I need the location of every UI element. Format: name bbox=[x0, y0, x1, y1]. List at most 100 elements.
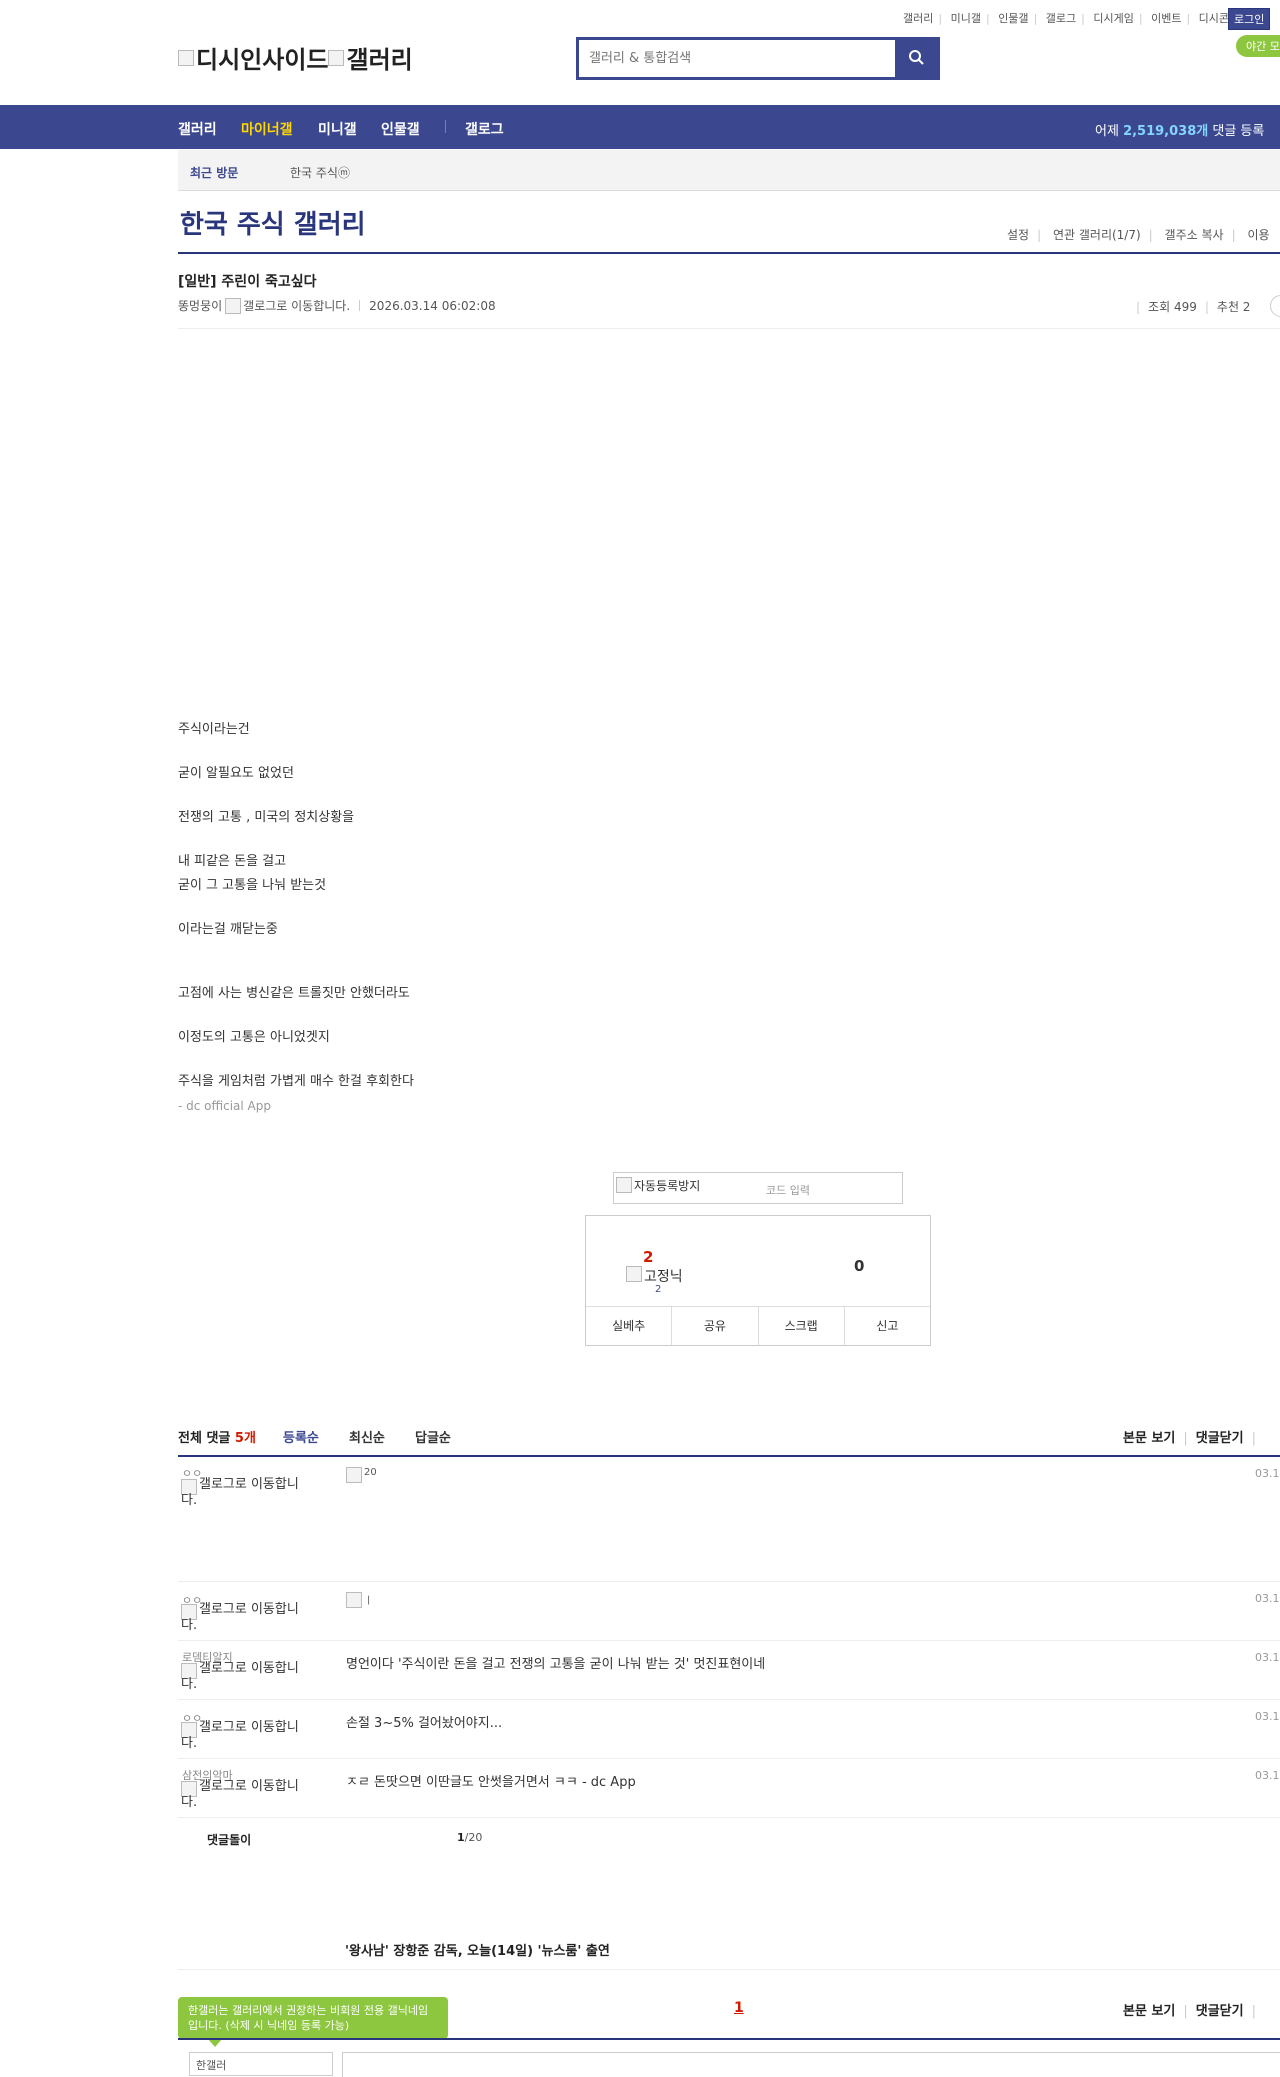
comment-nick-field[interactable]: 한갤러 bbox=[189, 2052, 333, 2076]
night-mode-button[interactable]: 야간 모 bbox=[1236, 35, 1280, 57]
comment-gallog-alt: 갤로그로 이동합니다. bbox=[181, 1720, 299, 1751]
broken-image-icon bbox=[616, 1177, 632, 1193]
usage-link[interactable]: 이용 bbox=[1247, 228, 1269, 242]
top-link-event[interactable]: 이벤트 bbox=[1151, 12, 1181, 25]
captcha-image-alt: 자동등록방지 bbox=[634, 1179, 701, 1193]
recommend-up-count: 2 bbox=[643, 1248, 654, 1266]
stat-prefix: 어제 bbox=[1095, 124, 1119, 139]
post-body-line: 주식을 게임처럼 가볍게 매수 한걸 후회한다 bbox=[178, 1074, 414, 1089]
comments-label: 전체 댓글 bbox=[178, 1431, 231, 1446]
site-logo[interactable]: 디시인사이드 갤러리 bbox=[178, 40, 413, 75]
comment-text: ㅈㄹ 돈땃으면 이딴글도 안썻을거면서 ㅋㅋ - dc App bbox=[346, 1775, 636, 1790]
captcha-input[interactable]: 코드 입력 bbox=[766, 1182, 810, 1198]
comment-row: 로뎀티알지 갤로그로 이동합니다. 명언이다 '주식이란 돈을 걸고 전쟁의 고… bbox=[178, 1641, 1280, 1700]
comment-gallog[interactable]: 갤로그로 이동합니다. bbox=[181, 1720, 311, 1751]
comment-gallog[interactable]: 갤로그로 이동합니다. bbox=[181, 1662, 311, 1691]
sort-by-replies[interactable]: 답글순 bbox=[415, 1427, 451, 1446]
sort-by-registration[interactable]: 등록순 bbox=[283, 1427, 319, 1446]
recommend-up-button[interactable]: 고정닉 bbox=[626, 1266, 683, 1286]
settings-link[interactable]: 설정 bbox=[1007, 228, 1029, 242]
nav-gallery[interactable]: 갤러리 bbox=[178, 119, 217, 139]
comment-text: 명언이다 '주식이란 돈을 걸고 전쟁의 고통을 굳이 나눠 받는 것' 멋진표… bbox=[346, 1657, 766, 1672]
recent-visit-item[interactable]: 한국 주식ⓜ bbox=[290, 164, 350, 181]
gallery-title[interactable]: 한국 주식 갤러리 bbox=[180, 204, 366, 241]
best-recommend-button[interactable]: 실베추 bbox=[586, 1307, 673, 1345]
search-button[interactable] bbox=[895, 40, 937, 77]
news-headline[interactable]: '왕사남' 장항준 감독, 오늘(14일) '뉴스룸' 출연 bbox=[345, 1940, 610, 1959]
view-post-link[interactable]: 본문 보기 bbox=[1123, 1431, 1175, 1446]
top-link-gallog[interactable]: 갤로그 bbox=[1046, 12, 1076, 25]
recommend-down-count[interactable]: 0 bbox=[854, 1257, 864, 1275]
stat-suffix: 댓글 등록 bbox=[1212, 124, 1265, 139]
top-link-person[interactable]: 인물갤 bbox=[998, 12, 1028, 25]
comment-gallog[interactable]: 갤로그로 이동합니다. bbox=[181, 1779, 311, 1810]
recommend-image-alt: 고정닉 bbox=[644, 1269, 683, 1285]
comment-gallog-alt: 갤로그로 이동합니다. bbox=[181, 1779, 299, 1810]
top-link-dccon[interactable]: 디시콘 bbox=[1199, 12, 1229, 25]
gallog-icon[interactable] bbox=[225, 297, 242, 314]
stat-value: 2,519,038개 bbox=[1123, 124, 1209, 139]
nav-mini-gallery[interactable]: 미니갤 bbox=[318, 119, 357, 139]
search-box bbox=[576, 37, 940, 80]
post-body-line: 내 피같은 돈을 걸고 bbox=[178, 854, 287, 869]
post-signature: - dc official App bbox=[178, 1099, 271, 1113]
share-button[interactable]: 공유 bbox=[672, 1307, 759, 1345]
post-body-line: 고점에 사는 병신같은 트롤짓만 안했더라도 bbox=[178, 986, 410, 1001]
comment-dccon: 20 bbox=[346, 1467, 377, 1483]
close-comments-link-bottom[interactable]: 댓글닫기 bbox=[1196, 2004, 1244, 2019]
broken-image-icon bbox=[178, 49, 194, 66]
captcha-box: 자동등록방지 코드 입력 bbox=[613, 1172, 903, 1204]
reply-bot-page-total: /20 bbox=[464, 1831, 483, 1844]
top-link-gallery[interactable]: 갤러리 bbox=[903, 12, 933, 25]
nav-minor-gallery[interactable]: 마이너갤 bbox=[241, 119, 293, 139]
broken-image-icon bbox=[346, 1592, 362, 1608]
sort-by-latest[interactable]: 최신순 bbox=[349, 1427, 385, 1446]
nav-person-gallery[interactable]: 인물갤 bbox=[381, 119, 420, 139]
comment-gallog-alt: 갤로그로 이동합니다. bbox=[181, 1477, 299, 1508]
comment-row: ㅇㅇ 갤로그로 이동합니다. 20 03.14 bbox=[178, 1457, 1280, 1582]
report-button[interactable]: 신고 bbox=[845, 1307, 930, 1345]
post-body-line: 주식이라는건 bbox=[178, 722, 250, 737]
comment-row: ㅇㅇ 갤로그로 이동합니다. ㅣ 03.14 bbox=[178, 1582, 1280, 1641]
captcha-image: 자동등록방지 bbox=[616, 1177, 700, 1194]
search-input[interactable] bbox=[579, 40, 895, 77]
comment-date: 03.14 bbox=[1255, 1769, 1280, 1782]
post-counts: | 조회 499 | 추천 2 bbox=[1136, 300, 1251, 314]
view-post-link-bottom[interactable]: 본문 보기 bbox=[1123, 2004, 1175, 2019]
gallery-tools: 설정 | 연관 갤러리(1/7) | 갤주소 복사 | 이용 bbox=[1007, 228, 1270, 242]
main-nav: 갤러리 마이너갤 미니갤 인물갤 갤로그 어제 2,519,038개 댓글 등록 bbox=[0, 105, 1280, 149]
comment-gallog[interactable]: 갤로그로 이동합니다. bbox=[181, 1602, 311, 1633]
bottom-divider bbox=[178, 2038, 1280, 2040]
top-links: 갤러리 | 미니갤 | 인물갤 | 갤로그 | 디시게임 | 이벤트 | 디시콘 bbox=[903, 12, 1230, 25]
top-link-mini[interactable]: 미니갤 bbox=[951, 12, 981, 25]
scrap-button[interactable]: 스크랩 bbox=[759, 1307, 845, 1345]
post-body-line: 굳이 그 고통을 나눠 받는것 bbox=[178, 878, 327, 893]
comment-text: 손절 3~5% 걸어놨어야지... bbox=[346, 1716, 503, 1731]
broken-image-icon bbox=[626, 1266, 642, 1282]
login-button[interactable]: 로그인 bbox=[1228, 8, 1271, 30]
comment-gallog-alt: 갤로그로 이동합니다. bbox=[181, 1602, 299, 1633]
post-author[interactable]: 똥멍뭉이 bbox=[178, 297, 222, 314]
comment-page-number[interactable]: 1 bbox=[734, 2000, 744, 2016]
related-galleries-link[interactable]: 연관 갤러리(1/7) bbox=[1053, 228, 1141, 242]
copy-gallery-url-link[interactable]: 갤주소 복사 bbox=[1165, 228, 1224, 242]
comment-date: 03.14 bbox=[1255, 1467, 1280, 1480]
post-meta: 똥멍뭉이 갤로그로 이동합니다. 2026.03.14 06:02:08 bbox=[178, 297, 496, 314]
top-link-game[interactable]: 디시게임 bbox=[1093, 12, 1133, 25]
post-title: [일반] 주린이 죽고싶다 bbox=[178, 274, 317, 290]
post-date: 2026.03.14 06:02:08 bbox=[369, 298, 496, 313]
post-body-line: 전쟁의 고통 , 미국의 정치상황을 bbox=[178, 810, 355, 825]
reply-bot-label: 댓글돌이 bbox=[207, 1833, 252, 1847]
comment-textarea[interactable] bbox=[342, 2052, 1280, 2077]
nav-gallog[interactable]: 갤로그 bbox=[465, 119, 504, 139]
post-body-line: 이라는걸 깨닫는중 bbox=[178, 922, 278, 937]
broken-image-icon bbox=[328, 49, 345, 66]
recommend-box: 2 고정닉 2 0 실베추 공유 스크랩 신고 bbox=[585, 1215, 931, 1346]
comment-gallog[interactable]: 갤로그로 이동합니다. bbox=[181, 1477, 311, 1508]
news-divider bbox=[178, 1969, 1280, 1970]
more-options-button[interactable] bbox=[1270, 295, 1280, 317]
bottom-actions: 본문 보기 | 댓글닫기 | bbox=[1123, 2004, 1256, 2019]
close-comments-link[interactable]: 댓글닫기 bbox=[1196, 1431, 1244, 1446]
comment-dccon: ㅣ bbox=[346, 1592, 373, 1608]
comments-header-actions: 본문 보기 | 댓글닫기 | bbox=[1123, 1431, 1256, 1446]
